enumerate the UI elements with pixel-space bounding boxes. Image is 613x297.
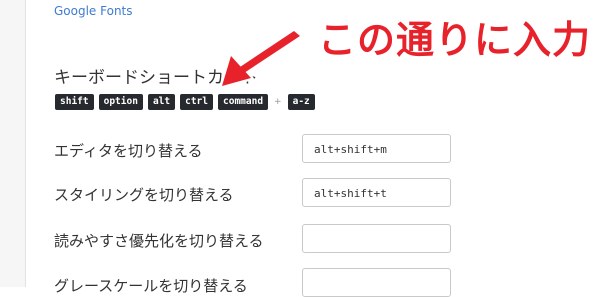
key-alt: alt: [147, 94, 176, 110]
shortcut-input-toggle-grayscale[interactable]: [302, 268, 451, 297]
google-fonts-link[interactable]: Google Fonts: [54, 4, 133, 18]
left-sidebar-panel: [0, 0, 26, 287]
keyboard-shortcuts-title: キーボードショートカット: [54, 68, 258, 88]
shortcut-input-toggle-editor[interactable]: alt+shift+m: [302, 134, 451, 163]
setting-label-toggle-grayscale: グレースケールを切り替える: [54, 277, 248, 295]
key-a-z: a-z: [287, 94, 315, 110]
key-ctrl: ctrl: [180, 94, 213, 110]
setting-label-toggle-styling: スタイリングを切り替える: [54, 186, 234, 204]
key-option: option: [98, 94, 143, 110]
key-command: command: [218, 94, 269, 110]
setting-label-toggle-editor: エディタを切り替える: [54, 142, 203, 160]
key-shift: shift: [55, 94, 94, 110]
setting-label-toggle-readability: 読みやすさ優先化を切り替える: [54, 232, 264, 250]
annotation-overlay-text: この通りに入力: [314, 15, 593, 66]
shortcut-input-toggle-readability[interactable]: [302, 224, 451, 253]
modifier-key-row: shift option alt ctrl command + a-z: [55, 94, 315, 110]
shortcut-input-toggle-styling[interactable]: alt+shift+t: [302, 178, 451, 207]
plus-sign: +: [274, 97, 282, 107]
